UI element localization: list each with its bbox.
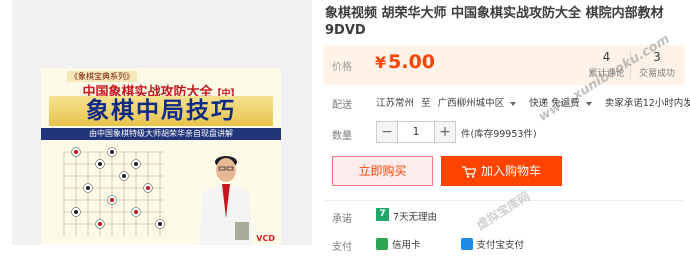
- chevron-down-icon: [510, 101, 517, 106]
- ship-destination-select[interactable]: 广西柳州城中区: [438, 98, 517, 109]
- add-to-cart-label: 加入购物车: [480, 164, 541, 178]
- ship-from: 江苏常州: [376, 98, 415, 109]
- quantity-stepper: − 1 +: [376, 121, 456, 143]
- quantity-label: 数量: [332, 131, 352, 142]
- quantity-increase-button[interactable]: +: [434, 121, 456, 143]
- price-label: 价格: [332, 62, 352, 73]
- buy-now-button[interactable]: 立即购买: [332, 156, 433, 186]
- ship-to-label: 至: [421, 98, 431, 109]
- stock-text: 件(库存99953件): [461, 129, 537, 140]
- add-to-cart-button[interactable]: 加入购物车: [441, 156, 562, 186]
- chess-board-illustration: [59, 144, 169, 239]
- promise-label: 承诺: [332, 214, 352, 225]
- deal-label: 交易成功: [638, 69, 675, 79]
- product-cover-image[interactable]: 《象棋宝典系列》 中国象棋实战攻防大全【中】 象棋中局技巧 由中国象棋特级大师胡…: [41, 68, 281, 245]
- payment-row: 信用卡 支付宝支付: [376, 237, 524, 251]
- credit-card-icon: [376, 238, 388, 250]
- ship-promise: 卖家承诺12小时内发货: [604, 98, 690, 109]
- shipping-row: 江苏常州 至 广西柳州城中区 快递 免运费 卖家承诺12小时内发货: [376, 95, 690, 109]
- site-watermark-cn: 虚拟宝库网: [474, 188, 533, 233]
- presenter-photo: [199, 156, 253, 245]
- quantity-input[interactable]: 1: [398, 121, 434, 143]
- cover-subtitle: 由中国象棋特级大师胡荣华亲自现盘讲解: [41, 128, 281, 140]
- price-value: ¥5.00: [375, 51, 435, 73]
- chevron-down-icon: [585, 101, 592, 106]
- product-image-area: 《象棋宝典系列》 中国象棋实战攻防大全【中】 象棋中局技巧 由中国象棋特级大师胡…: [12, 0, 312, 245]
- cart-icon: [461, 165, 476, 178]
- quantity-decrease-button[interactable]: −: [376, 121, 398, 143]
- product-title: 象棋视频 胡荣华大师 中国象棋实战攻防大全 棋院内部教材 9DVD: [325, 6, 664, 38]
- price-amount: 5.00: [388, 51, 436, 73]
- shipping-label: 配送: [332, 100, 352, 111]
- payment-method-alipay: 支付宝支付: [476, 240, 525, 251]
- currency-symbol: ¥: [375, 53, 387, 72]
- promise-text[interactable]: 7天无理由: [393, 209, 437, 223]
- payment-label: 支付: [332, 242, 352, 253]
- alipay-icon: [460, 238, 473, 250]
- vcd-badge: VCD: [256, 234, 275, 243]
- cover-title-line2: 象棋中局技巧: [49, 96, 273, 126]
- payment-method-credit: 信用卡: [392, 240, 421, 251]
- seven-day-return-icon: 7: [376, 208, 389, 221]
